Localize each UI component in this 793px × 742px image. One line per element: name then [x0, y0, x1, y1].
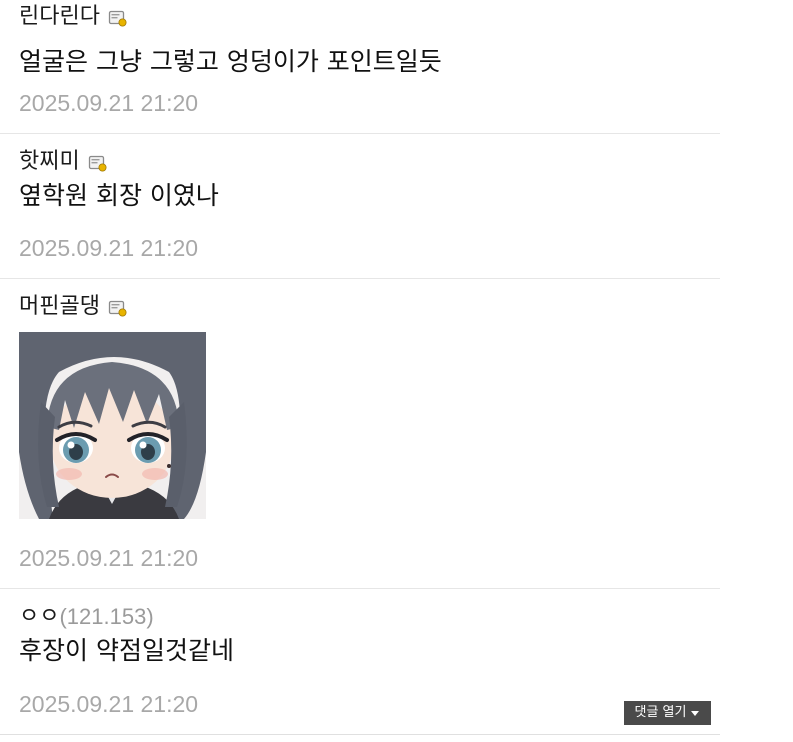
comment-item: 린다린다 얼굴은 그냥 그렇고 엉덩이가 포인트일듯 2025.09.21 21… [0, 0, 720, 134]
open-comments-label: 댓글 열기 [634, 705, 687, 720]
member-badge-icon [88, 153, 108, 173]
comment-author: 핫찌미 [19, 147, 108, 177]
dccon-sticker-image[interactable] [19, 332, 206, 519]
comment-text: 후장이 약점일것같네 [19, 636, 234, 665]
comment-text: 옆학원 회장 이였나 [19, 181, 219, 210]
comment-author: ㅇㅇ (121.153) [19, 602, 154, 632]
nickname[interactable]: 머핀골댕 [19, 292, 100, 322]
comment-date: 2025.09.21 21:20 [19, 235, 199, 261]
nickname[interactable]: 린다린다 [19, 2, 100, 32]
comment-item: ㅇㅇ (121.153) 후장이 약점일것같네 2025.09.21 21:20 [0, 589, 720, 735]
comment-text: 얼굴은 그냥 그렇고 엉덩이가 포인트일듯 [19, 47, 442, 76]
nickname[interactable]: 핫찌미 [19, 147, 80, 177]
comment-author: 머핀골댕 [19, 292, 128, 322]
open-comments-button[interactable]: 댓글 열기 [624, 701, 711, 725]
comment-date: 2025.09.21 21:20 [19, 545, 199, 571]
member-badge-icon [108, 298, 128, 318]
comment-date: 2025.09.21 21:20 [19, 691, 199, 717]
comment-list: 린다린다 얼굴은 그냥 그렇고 엉덩이가 포인트일듯 2025.09.21 21… [0, 0, 720, 735]
comment-item: 핫찌미 옆학원 회장 이였나 2025.09.21 21:20 [0, 134, 720, 279]
nickname[interactable]: ㅇㅇ [19, 602, 59, 632]
member-badge-icon [108, 8, 128, 28]
comment-author: 린다린다 [19, 2, 128, 32]
ip-address: (121.153) [59, 604, 154, 629]
comment-date: 2025.09.21 21:20 [19, 90, 199, 116]
caret-down-icon [691, 711, 699, 716]
comment-item: 머핀골댕 2025.09.21 21:20 [0, 279, 720, 589]
